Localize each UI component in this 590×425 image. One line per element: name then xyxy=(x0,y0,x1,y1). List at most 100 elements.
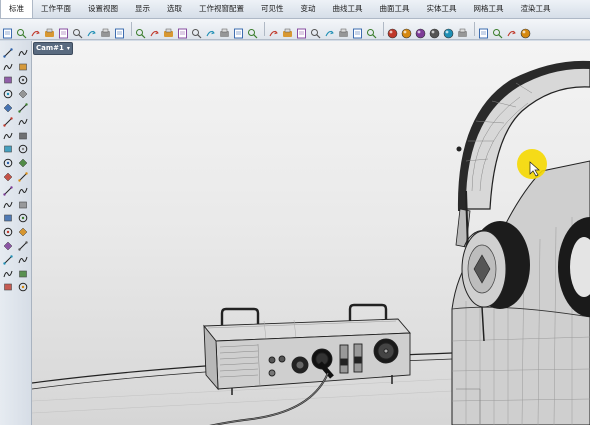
grid-snap-icon[interactable] xyxy=(296,24,307,38)
extrude-icon[interactable] xyxy=(18,126,28,139)
sidebar-row xyxy=(0,82,31,99)
arc-icon[interactable] xyxy=(3,84,13,99)
toolbar-separator xyxy=(383,22,384,36)
polyline-icon[interactable] xyxy=(18,57,28,70)
group-icon[interactable] xyxy=(492,24,503,38)
viewport-title-tab[interactable]: Cam#1 ▾ xyxy=(33,42,73,55)
sphere-icon[interactable] xyxy=(520,24,531,38)
rendered-sphere-icon[interactable] xyxy=(429,24,440,38)
checkmark-icon[interactable] xyxy=(18,264,28,277)
select-icon[interactable] xyxy=(18,43,28,57)
ribbon-tab-11[interactable]: 网格工具 xyxy=(466,0,513,18)
ribbon-tab-9[interactable]: 曲面工具 xyxy=(372,0,419,18)
eraser-icon[interactable] xyxy=(3,277,13,291)
boolean-icon[interactable] xyxy=(18,153,28,168)
ribbon-tab-6[interactable]: 可见性 xyxy=(253,0,293,18)
ribbon-tab-3[interactable]: 显示 xyxy=(127,0,159,18)
select-filter-icon[interactable] xyxy=(282,24,293,37)
trim-icon[interactable] xyxy=(3,208,13,222)
cut-icon[interactable] xyxy=(72,24,83,38)
cursor-highlight xyxy=(517,149,547,179)
color-wheel-icon[interactable] xyxy=(387,24,398,38)
camera-icon[interactable] xyxy=(18,236,28,251)
mesh-icon[interactable] xyxy=(3,153,13,168)
blue-sphere-icon[interactable] xyxy=(443,24,454,38)
sidebar-row xyxy=(0,234,31,251)
light-icon[interactable] xyxy=(338,24,349,37)
ribbon-tab-7[interactable]: 变动 xyxy=(293,0,325,18)
point-icon[interactable] xyxy=(3,43,13,58)
box-icon[interactable] xyxy=(3,139,13,153)
car-icon[interactable] xyxy=(268,24,279,36)
copy-icon[interactable] xyxy=(86,24,97,36)
material-icon[interactable] xyxy=(366,24,377,38)
ribbon-tab-8[interactable]: 曲线工具 xyxy=(325,0,372,18)
shaded-sphere-icon[interactable] xyxy=(415,24,426,38)
ribbon-tab-2[interactable]: 设置视图 xyxy=(80,0,127,18)
surface-icon[interactable] xyxy=(3,126,13,139)
new-icon[interactable] xyxy=(2,24,13,38)
open-icon[interactable] xyxy=(16,24,27,38)
toolbar-separator xyxy=(474,22,475,36)
ribbon-tab-4[interactable]: 选取 xyxy=(159,0,191,18)
rectangle-icon[interactable] xyxy=(18,84,28,99)
circle-icon[interactable] xyxy=(3,98,13,113)
polygon-icon[interactable] xyxy=(18,98,28,113)
text-icon[interactable] xyxy=(18,195,28,208)
sidebar-row xyxy=(0,124,31,139)
paint-icon[interactable] xyxy=(18,277,28,292)
solid-icon[interactable] xyxy=(18,139,28,154)
measure-icon[interactable] xyxy=(18,222,28,237)
ribbon-tab-5[interactable]: 工作视窗配置 xyxy=(191,0,253,18)
four-viewports-icon[interactable] xyxy=(233,24,244,38)
bucket-icon[interactable] xyxy=(3,264,13,277)
sidebar-row xyxy=(0,138,31,154)
print-icon[interactable] xyxy=(44,24,55,37)
analyze-icon[interactable] xyxy=(3,222,13,237)
transform-icon[interactable] xyxy=(3,181,13,196)
move-icon[interactable] xyxy=(3,167,13,182)
viewport-menu-arrow-icon[interactable]: ▾ xyxy=(67,43,70,54)
ribbon-tab-12[interactable]: 渲染工具 xyxy=(513,0,560,18)
curve-icon[interactable] xyxy=(3,70,13,84)
layout-icon[interactable] xyxy=(3,250,13,265)
undo-view-icon[interactable] xyxy=(219,24,230,37)
rotate-icon[interactable] xyxy=(149,24,160,36)
render-sphere-icon[interactable] xyxy=(401,24,412,38)
layer-icon[interactable] xyxy=(310,24,321,38)
audio-interface-model xyxy=(203,303,411,395)
offset-icon[interactable] xyxy=(3,112,13,127)
ribbon-tab-0[interactable]: 标准 xyxy=(0,0,33,18)
dimension-icon[interactable] xyxy=(3,195,13,208)
settings-icon[interactable] xyxy=(457,24,468,37)
undo-icon[interactable] xyxy=(114,24,125,38)
pan-icon[interactable] xyxy=(135,24,146,38)
ribbon-tab-10[interactable]: 实体工具 xyxy=(419,0,466,18)
explode-icon[interactable] xyxy=(18,167,28,182)
zoom-icon[interactable] xyxy=(163,24,174,37)
history-icon[interactable] xyxy=(478,24,489,38)
zoom-window-icon[interactable] xyxy=(177,24,188,38)
drafting-icon[interactable] xyxy=(18,250,28,263)
lock-icon[interactable] xyxy=(352,24,363,38)
array-icon[interactable] xyxy=(18,181,28,194)
freeform-icon[interactable] xyxy=(18,70,28,85)
zoom-extents-icon[interactable] xyxy=(191,24,202,38)
options-icon[interactable] xyxy=(247,24,258,38)
help-icon[interactable] xyxy=(506,24,517,36)
save-icon[interactable] xyxy=(30,24,41,36)
viewport-cam1[interactable]: Cam#1 ▾ xyxy=(32,41,590,425)
split-icon[interactable] xyxy=(18,208,28,223)
sidebar-row xyxy=(0,165,31,182)
paste-icon[interactable] xyxy=(100,24,111,37)
fillet-icon[interactable] xyxy=(18,112,28,126)
render-icon[interactable] xyxy=(3,236,13,251)
line-icon[interactable] xyxy=(3,57,13,70)
import-icon[interactable] xyxy=(58,24,69,38)
sidebar-row xyxy=(0,96,31,113)
viewport-title-label: Cam#1 xyxy=(36,44,64,52)
properties-icon[interactable] xyxy=(324,24,335,36)
left-tool-sidebar xyxy=(0,41,32,425)
zoom-selected-icon[interactable] xyxy=(205,24,216,36)
ribbon-tab-1[interactable]: 工作平面 xyxy=(33,0,80,18)
